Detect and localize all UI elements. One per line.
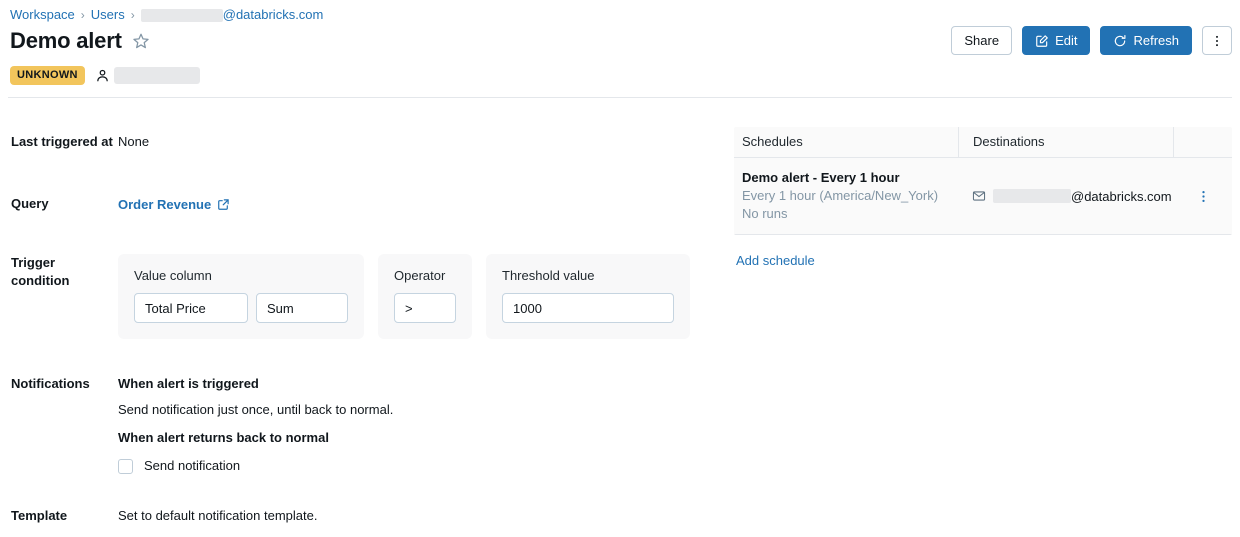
- operator-label: Operator: [394, 268, 456, 284]
- template-value: Set to default notification template.: [118, 507, 317, 525]
- breadcrumb: Workspace › Users › @databricks.com: [10, 6, 323, 24]
- schedules-panel: Schedules Destinations Demo alert - Ever…: [734, 127, 1232, 270]
- threshold-fields: 1000: [502, 293, 674, 323]
- notification-triggered-text: Send notification just once, until back …: [118, 401, 393, 419]
- alert-detail-page: Workspace › Users › @databricks.com Demo…: [0, 0, 1240, 537]
- page-title: Demo alert: [10, 27, 122, 55]
- threshold-panel: Threshold value 1000: [486, 254, 690, 339]
- redacted-username: [141, 9, 223, 22]
- send-notification-label: Send notification: [144, 457, 240, 475]
- query-label: Query: [0, 195, 118, 213]
- aggregation-select[interactable]: Sum: [256, 293, 348, 323]
- table-row[interactable]: Demo alert - Every 1 hour Every 1 hour (…: [734, 158, 1232, 235]
- more-options-button[interactable]: [1202, 26, 1232, 55]
- header-actions: Share Edit Refresh: [951, 26, 1232, 55]
- column-header-schedules: Schedules: [734, 133, 958, 151]
- refresh-button-label: Refresh: [1133, 33, 1179, 48]
- trigger-condition-label: Trigger condition: [0, 254, 118, 339]
- refresh-button[interactable]: Refresh: [1100, 26, 1192, 55]
- destination-cell: @databricks.com: [958, 189, 1174, 204]
- schedules-table: Schedules Destinations Demo alert - Ever…: [734, 127, 1232, 235]
- row-kebab-menu-icon[interactable]: [1196, 189, 1211, 204]
- query-link[interactable]: Order Revenue: [118, 195, 230, 213]
- trigger-condition-panels: Value column Total Price Sum Operator > …: [118, 254, 690, 339]
- last-triggered-label: Last triggered at: [0, 133, 118, 151]
- trigger-condition-label-line2: condition: [11, 272, 118, 290]
- star-outline-icon[interactable]: [132, 32, 150, 50]
- field-trigger-condition: Trigger condition Value column Total Pri…: [0, 254, 690, 339]
- schedules-table-header: Schedules Destinations: [734, 127, 1232, 158]
- redacted-destination-user: [993, 189, 1071, 203]
- operator-fields: >: [394, 293, 456, 323]
- template-label: Template: [0, 507, 118, 525]
- send-notification-checkbox[interactable]: [118, 459, 133, 474]
- kebab-menu-icon: [1210, 34, 1224, 48]
- add-schedule-link[interactable]: Add schedule: [734, 253, 815, 268]
- breadcrumb-separator-2: ›: [131, 6, 135, 24]
- header-divider: [8, 97, 1232, 98]
- value-column-select[interactable]: Total Price: [134, 293, 248, 323]
- share-button[interactable]: Share: [951, 26, 1012, 55]
- value-column-panel: Value column Total Price Sum: [118, 254, 364, 339]
- destination-email: @databricks.com: [993, 189, 1172, 204]
- column-divider-2: [1173, 127, 1174, 157]
- redacted-owner-name: [114, 67, 200, 84]
- value-column-label: Value column: [134, 268, 348, 284]
- threshold-input[interactable]: 1000: [502, 293, 674, 323]
- field-query: Query Order Revenue: [0, 195, 230, 213]
- pencil-square-icon: [1035, 34, 1049, 48]
- edit-button[interactable]: Edit: [1022, 26, 1090, 55]
- last-triggered-value: None: [118, 133, 149, 151]
- notifications-label: Notifications: [0, 375, 118, 475]
- refresh-icon: [1113, 34, 1127, 48]
- operator-select[interactable]: >: [394, 293, 456, 323]
- breadcrumb-separator-1: ›: [81, 6, 85, 24]
- schedule-cell: Demo alert - Every 1 hour Every 1 hour (…: [734, 158, 958, 234]
- breadcrumb-user-domain: @databricks.com: [223, 6, 324, 24]
- edit-button-label: Edit: [1055, 33, 1077, 48]
- trigger-condition-label-line1: Trigger: [11, 254, 118, 272]
- column-header-destinations: Destinations: [959, 133, 1173, 151]
- row-actions-cell: [1174, 189, 1232, 204]
- notifications-block: When alert is triggered Send notificatio…: [118, 375, 393, 475]
- field-last-triggered: Last triggered at None: [0, 133, 149, 151]
- external-link-icon: [217, 198, 230, 211]
- status-row: UNKNOWN: [10, 66, 200, 85]
- breadcrumb-users[interactable]: Users: [91, 6, 125, 24]
- person-icon: [95, 68, 110, 83]
- mail-icon: [972, 189, 986, 203]
- threshold-label: Threshold value: [502, 268, 674, 284]
- owner-chip: [95, 67, 200, 84]
- schedule-runs: No runs: [742, 205, 950, 223]
- status-badge: UNKNOWN: [10, 66, 85, 85]
- query-link-label: Order Revenue: [118, 197, 211, 212]
- send-notification-row[interactable]: Send notification: [118, 457, 393, 475]
- field-notifications: Notifications When alert is triggered Se…: [0, 375, 393, 475]
- notification-triggered-heading: When alert is triggered: [118, 375, 393, 393]
- schedule-name: Demo alert - Every 1 hour: [742, 169, 950, 187]
- field-template: Template Set to default notification tem…: [0, 507, 317, 525]
- destination-email-domain: @databricks.com: [1071, 189, 1172, 204]
- schedule-frequency: Every 1 hour (America/New_York): [742, 187, 950, 205]
- breadcrumb-workspace[interactable]: Workspace: [10, 6, 75, 24]
- title-row: Demo alert: [10, 27, 150, 55]
- notification-normal-heading: When alert returns back to normal: [118, 429, 393, 447]
- operator-panel: Operator >: [378, 254, 472, 339]
- value-column-fields: Total Price Sum: [134, 293, 348, 323]
- breadcrumb-user-email[interactable]: @databricks.com: [141, 6, 324, 24]
